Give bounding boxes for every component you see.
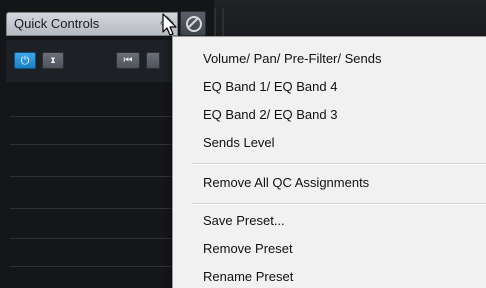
menu-item-eq-band-2-3[interactable]: EQ Band 2/ EQ Band 3	[203, 107, 337, 122]
menu-item-save-preset[interactable]: Save Preset...	[203, 213, 285, 228]
power-button[interactable]: ⏻	[14, 52, 36, 69]
disable-icon	[186, 16, 202, 32]
learn-icon: ɪ	[50, 55, 56, 66]
menu-separator	[193, 163, 486, 165]
control-slot	[10, 176, 172, 177]
control-slot	[10, 208, 172, 209]
power-icon: ⏻	[20, 54, 30, 67]
menu-item-volume-pan-prefilter-sends[interactable]: Volume/ Pan/ Pre-Filter/ Sends	[203, 51, 381, 66]
header-right-area	[214, 0, 486, 36]
previous-icon: ⏮	[123, 55, 133, 66]
header-divider	[222, 8, 224, 36]
menu-item-remove-preset[interactable]: Remove Preset	[203, 241, 293, 256]
menu-separator	[193, 203, 486, 205]
next-button[interactable]	[146, 52, 160, 69]
control-slot	[10, 116, 172, 117]
menu-item-sends-level[interactable]: Sends Level	[203, 135, 275, 150]
header-divider	[214, 8, 216, 36]
menu-item-rename-preset[interactable]: Rename Preset	[203, 269, 293, 284]
menu-item-eq-band-1-4[interactable]: EQ Band 1/ EQ Band 4	[203, 79, 337, 94]
learn-button[interactable]: ɪ	[42, 52, 64, 69]
control-slot	[10, 266, 172, 267]
quick-controls-tab[interactable]: Quick Controls	[6, 12, 178, 36]
control-slot	[10, 238, 172, 239]
panel-title: Quick Controls	[14, 16, 100, 31]
previous-button[interactable]: ⏮	[116, 52, 140, 69]
control-slot	[10, 144, 172, 145]
menu-item-remove-all-qc-assignments[interactable]: Remove All QC Assignments	[203, 175, 369, 190]
context-menu: Volume/ Pan/ Pre-Filter/ Sends EQ Band 1…	[172, 36, 486, 288]
menu-gutter	[173, 37, 191, 288]
disable-button[interactable]	[180, 11, 206, 36]
mouse-cursor-icon	[162, 13, 177, 36]
